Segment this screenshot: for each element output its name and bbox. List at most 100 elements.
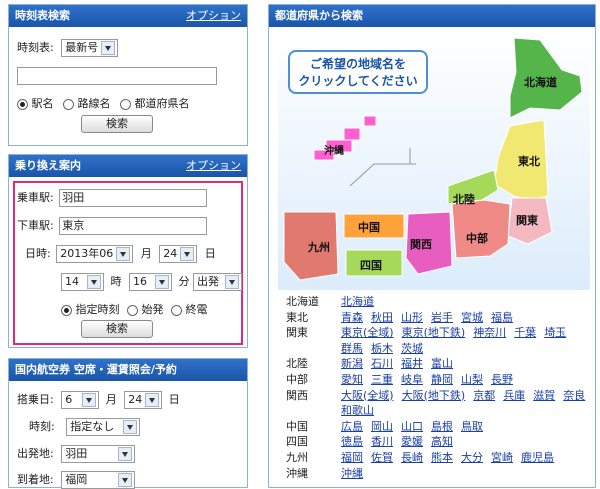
prefecture-link[interactable]: 愛媛 [401,435,423,448]
prefecture-link[interactable]: 山梨 [461,373,483,386]
radio-station[interactable] [17,98,28,110]
prefecture-link[interactable]: 千葉 [514,326,536,339]
prefecture-link[interactable]: 岡山 [371,420,393,433]
prefecture-link[interactable]: 宮崎 [491,451,513,464]
board-date-label: 搭乗日: [17,393,54,406]
prefecture-link[interactable]: 長崎 [401,451,423,464]
okinawa-island [343,127,361,141]
prefecture-link[interactable]: 福岡 [341,451,363,464]
radio-line[interactable] [63,98,74,110]
prefecture-link[interactable]: 鹿児島 [521,451,554,464]
okinawa-island [363,115,377,127]
prefecture-link[interactable]: 福島 [491,311,513,324]
board-day-select[interactable]: 24 [124,391,163,409]
prefecture-link[interactable]: 徳島 [341,435,363,448]
prefecture-link[interactable]: 大阪(全域) [341,389,394,402]
to-station-label: 下車駅: [17,219,54,232]
prefecture-link[interactable]: 山口 [401,420,423,433]
prefecture-link[interactable]: 岩手 [431,311,453,324]
flight-time-select[interactable]: 指定なし [66,418,141,436]
prefecture-link[interactable]: 青森 [341,311,363,324]
region-name: 中国 [286,419,308,433]
prefecture-link[interactable]: 奈良 [563,389,585,402]
board-month-select[interactable]: 6 [61,391,100,409]
region-name: 東北 [286,310,308,324]
year-month-select[interactable]: 2013年06 [56,245,134,263]
prefecture-link[interactable]: 秋田 [371,311,393,324]
prefecture-link[interactable]: 長野 [491,373,513,386]
radio-last-train[interactable] [171,304,182,316]
from-station-label: 乗車駅: [17,191,54,204]
arrive-select[interactable]: 福岡 [61,471,136,489]
radio-first-train[interactable] [127,304,138,316]
prefecture-link[interactable]: 東京(全域) [341,326,394,339]
prefecture-links: 群馬 栃木 茨城 [341,340,431,356]
prefecture-link[interactable]: 神奈川 [473,326,506,339]
board-month-unit: 月 [105,393,117,406]
radio-prefecture-label: 都道府県名 [134,97,190,110]
prefecture-link[interactable]: 新潟 [341,357,363,370]
prefecture-link[interactable]: 高知 [431,435,453,448]
prefecture-link[interactable]: 岐阜 [401,373,423,386]
radio-first-train-label: 始発 [141,303,164,316]
flight-time-label: 時刻: [29,420,55,433]
prefecture-link[interactable]: 沖縄 [341,467,363,480]
prefecture-link[interactable]: 茨城 [401,342,423,355]
prefecture-link[interactable]: 香川 [371,435,393,448]
prefecture-links: 東京(全域) 東京(地下鉄) 神奈川 千葉 埼玉 [341,324,574,340]
prefecture-link[interactable]: 栃木 [371,342,393,355]
prefecture-link[interactable]: 愛知 [341,373,363,386]
prefecture-link[interactable]: 滋賀 [533,389,555,402]
radio-station-label: 駅名 [31,97,54,110]
timetable-search-header: 時刻表検索 オプション [9,5,247,27]
prefecture-link[interactable]: 大阪(地下鉄) [402,389,466,402]
edition-select[interactable]: 最新号 [61,39,119,57]
timetable-search-input[interactable] [17,67,217,85]
to-station-input[interactable]: 東京 [59,217,208,235]
prefecture-link[interactable]: 山形 [401,311,423,324]
label-okinawa: 沖縄 [324,146,344,157]
prefecture-link[interactable]: 広島 [341,420,363,433]
depart-select[interactable]: 羽田 [61,445,136,463]
timetable-option-link[interactable]: オプション [186,5,241,27]
callout-line-1: ご希望の地域名を [309,57,406,71]
mode-select[interactable]: 出発 [193,273,242,291]
prefecture-link[interactable]: 熊本 [431,451,453,464]
prefecture-link[interactable]: 群馬 [341,342,363,355]
prefecture-link[interactable]: 福井 [401,357,423,370]
radio-specified-time[interactable] [61,304,72,316]
prefecture-link[interactable]: 三重 [371,373,393,386]
from-station-input[interactable]: 羽田 [59,189,208,207]
prefecture-link[interactable]: 静岡 [431,373,453,386]
prefecture-link[interactable]: 佐賀 [371,451,393,464]
prefecture-link[interactable]: 東京(地下鉄) [402,326,466,339]
label-chugoku: 中国 [358,221,380,234]
prefecture-link[interactable]: 大分 [461,451,483,464]
prefecture-link[interactable]: 埼玉 [544,326,566,339]
flight-search-header: 国内航空券 空席・運賃照会/予約 [9,359,247,381]
prefecture-link[interactable]: 宮城 [461,311,483,324]
prefecture-link[interactable]: 和歌山 [341,404,374,417]
prefecture-link[interactable]: 兵庫 [503,389,525,402]
prefecture-link[interactable]: 富山 [431,357,453,370]
chevron-down-icon [87,275,101,289]
day-select[interactable]: 24 [159,245,198,263]
transfer-option-link[interactable]: オプション [186,155,241,177]
timetable-search-button[interactable]: 検索 [81,115,153,133]
prefecture-link[interactable]: 京都 [473,389,495,402]
prefecture-link[interactable]: 島根 [431,420,453,433]
prefecture-link[interactable]: 鳥取 [461,420,483,433]
prefecture-links: 新潟 石川 福井 富山 [341,355,461,371]
label-hokkaido: 北海道 [524,76,557,89]
board-day-unit: 日 [168,393,180,406]
label-kyushu: 九州 [308,241,330,254]
minute-select[interactable]: 16 [129,273,172,291]
hour-select[interactable]: 14 [61,273,104,291]
prefecture-links: 青森 秋田 山形 岩手 宮城 福島 [341,309,521,325]
callout-line-2: クリックしてください [298,74,418,88]
prefecture-link[interactable]: 北海道 [341,295,374,308]
minute-unit: 分 [178,275,190,288]
prefecture-link[interactable]: 石川 [371,357,393,370]
radio-prefecture[interactable] [120,98,131,110]
transfer-search-button[interactable]: 検索 [81,320,153,338]
